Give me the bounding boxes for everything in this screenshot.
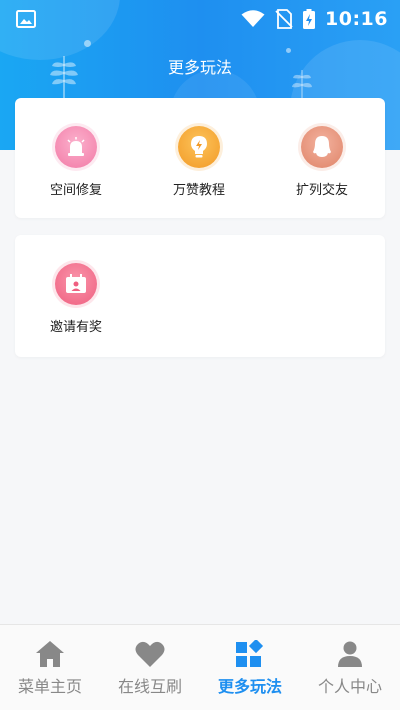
- home-icon: [36, 641, 64, 667]
- tab-label: 菜单主页: [17, 677, 82, 696]
- tab-label: 在线互刷: [117, 677, 182, 696]
- rewards-card: 邀请有奖: [15, 235, 385, 357]
- tile-likes-tutorial[interactable]: 万赞教程: [149, 126, 249, 198]
- status-clock: 10:16: [325, 8, 388, 30]
- tab-more-features[interactable]: 更多玩法: [200, 625, 300, 710]
- tile-label: 空间修复: [49, 183, 102, 198]
- penguin-icon: [301, 126, 343, 168]
- wifi-icon: [241, 10, 265, 27]
- heart-icon: [135, 641, 165, 667]
- features-card: 空间修复 万赞教程 扩列交友: [15, 98, 385, 218]
- grid-icon: [236, 640, 264, 667]
- lightbulb-icon: [178, 126, 220, 168]
- tile-label: 邀请有奖: [49, 320, 102, 335]
- tab-online-boost[interactable]: 在线互刷: [100, 625, 200, 710]
- bottom-tab-bar: 菜单主页 在线互刷 更多玩法 个人中心: [0, 624, 400, 710]
- no-sim-icon: [275, 9, 293, 29]
- gallery-notification-icon: [16, 10, 36, 28]
- person-icon: [338, 641, 362, 667]
- tab-menu-home[interactable]: 菜单主页: [0, 625, 100, 710]
- alarm-light-icon: [55, 126, 97, 168]
- battery-charging-icon: [303, 9, 316, 29]
- tile-space-repair[interactable]: 空间修复: [26, 126, 126, 198]
- tile-make-friends[interactable]: 扩列交友: [272, 126, 372, 198]
- tile-label: 扩列交友: [295, 183, 348, 198]
- page-title: 更多玩法: [167, 58, 232, 77]
- status-bar: 10:16: [0, 0, 400, 38]
- invite-card-icon: [55, 263, 97, 305]
- tab-label: 更多玩法: [217, 677, 282, 696]
- tab-profile[interactable]: 个人中心: [300, 625, 400, 710]
- decor-dot: [84, 40, 91, 47]
- tab-label: 个人中心: [317, 677, 382, 696]
- tile-invite-reward[interactable]: 邀请有奖: [26, 263, 126, 335]
- decor-dot: [286, 48, 291, 53]
- tile-label: 万赞教程: [172, 183, 225, 198]
